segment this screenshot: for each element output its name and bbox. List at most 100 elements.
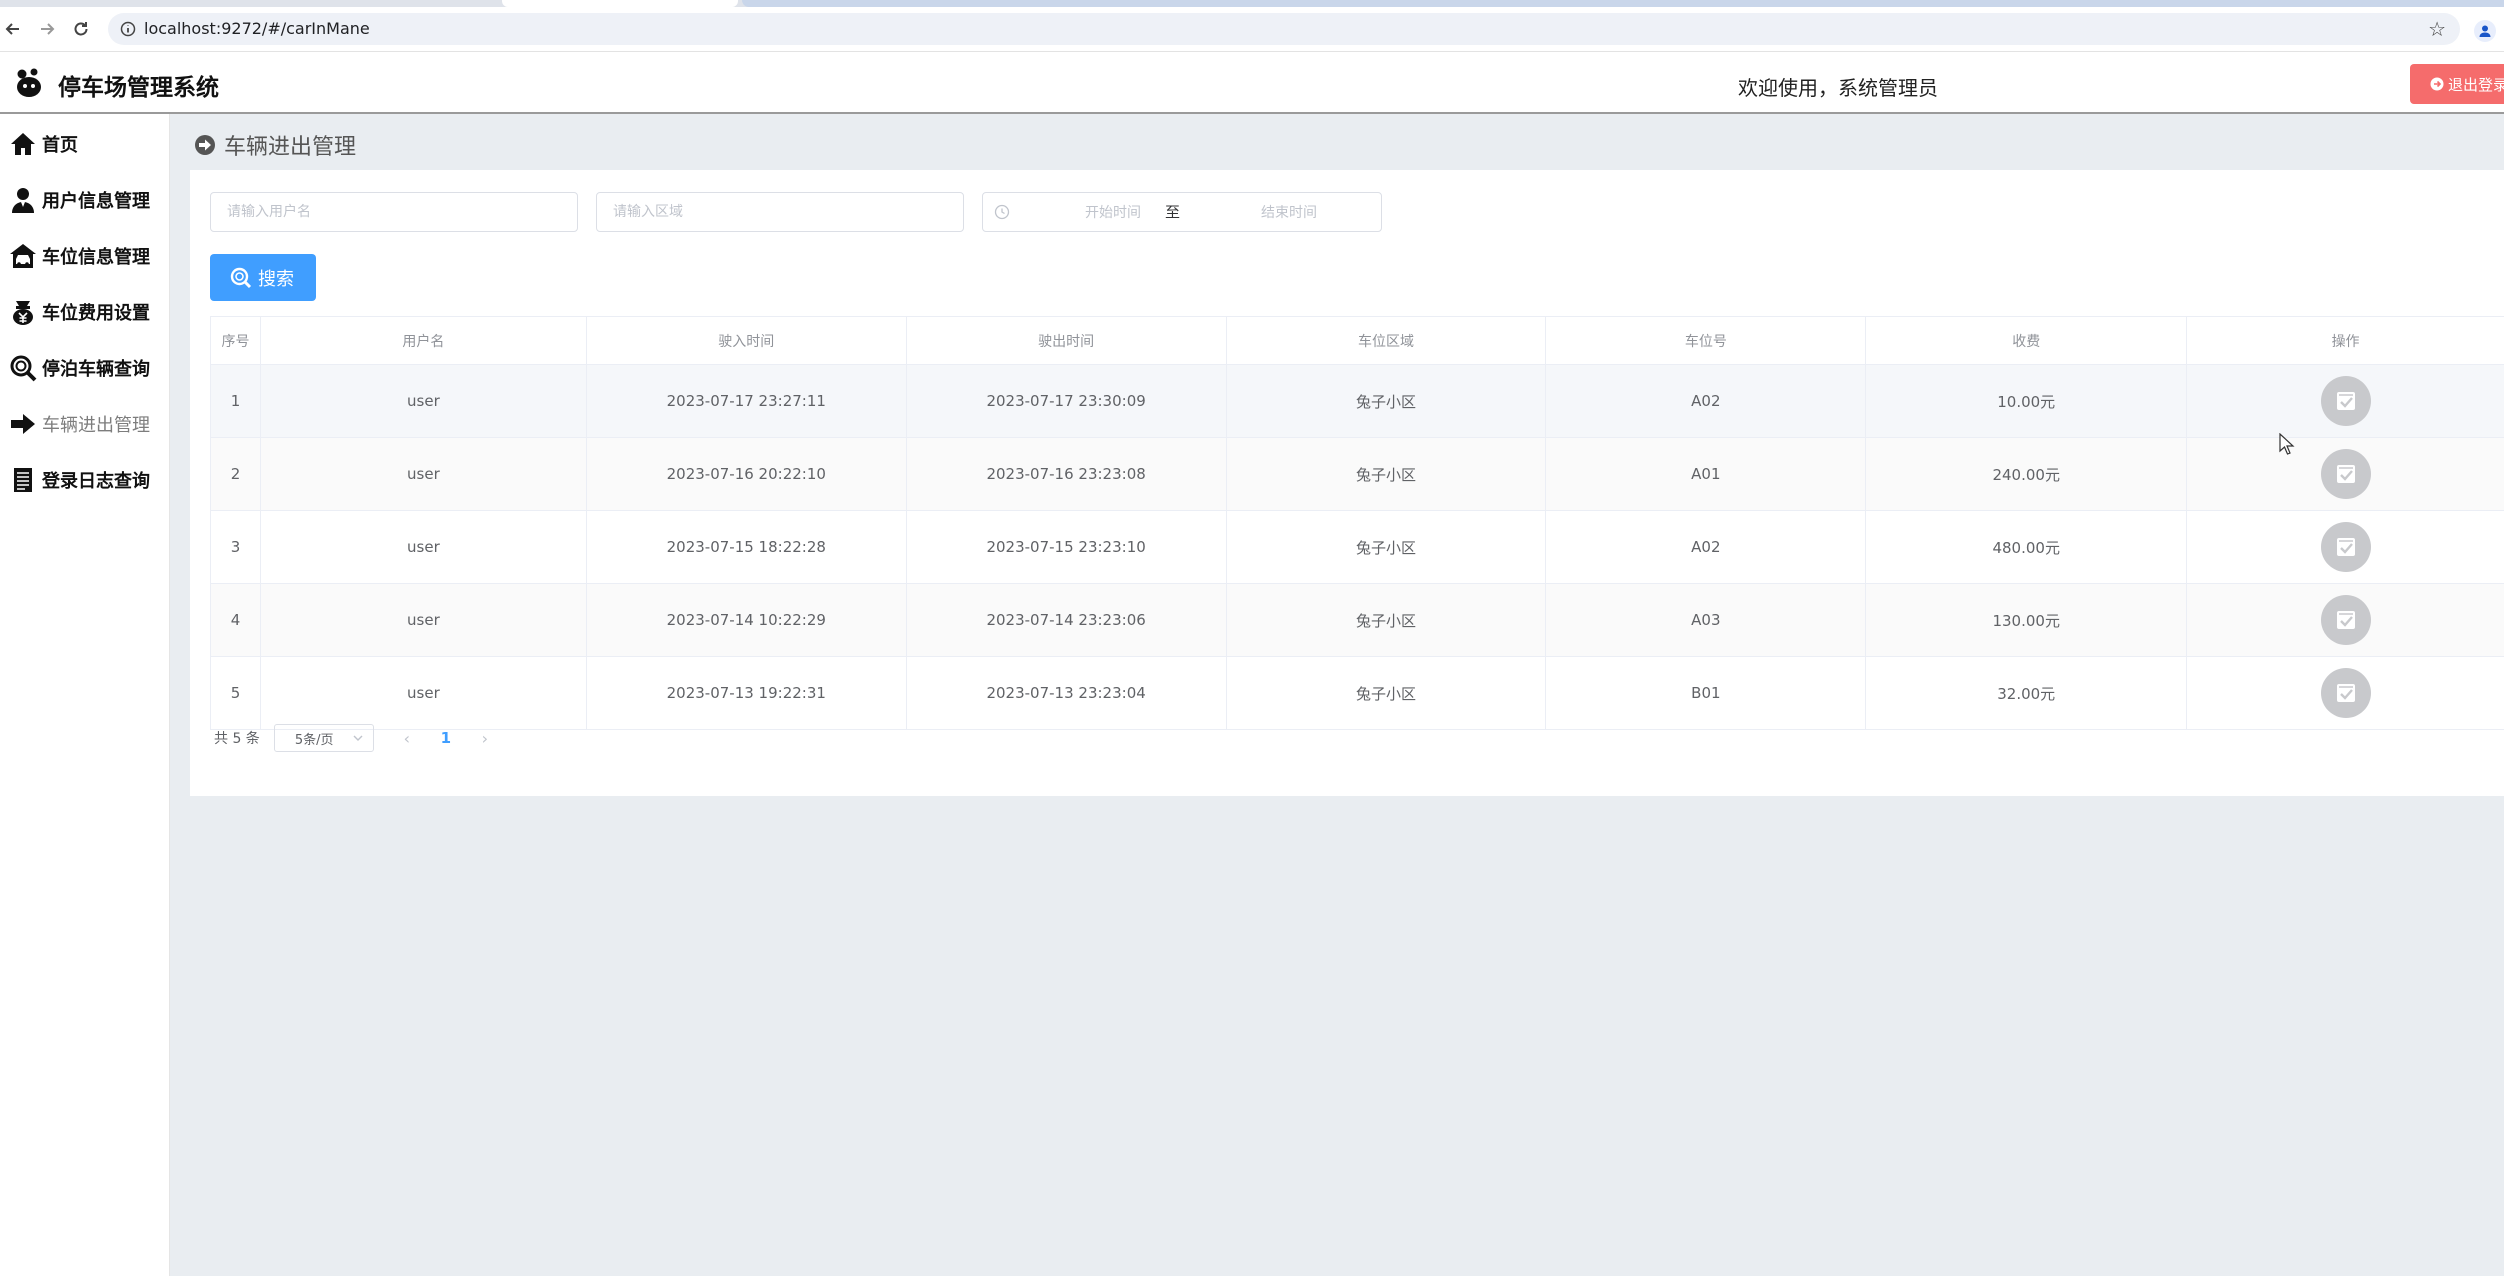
- sidebar-item-label: 首页: [42, 135, 78, 156]
- cell-fee: 10.00元: [1866, 365, 2188, 437]
- next-page-button[interactable]: ›: [476, 729, 494, 748]
- bookmark-star-icon[interactable]: ☆: [2428, 17, 2446, 41]
- cell-fee: 130.00元: [1866, 584, 2188, 656]
- start-time-input[interactable]: 开始时间: [1043, 202, 1183, 222]
- sidebar-item-login-log[interactable]: 登录日志查询: [0, 460, 170, 500]
- sidebar-item-parking-spot-management[interactable]: 车位信息管理: [0, 236, 170, 276]
- checkout-button[interactable]: [2320, 595, 2371, 645]
- cell-username: user: [261, 511, 587, 583]
- logo-icon: [12, 66, 46, 100]
- end-time-input[interactable]: 结束时间: [1219, 202, 1359, 222]
- sidebar-item-home[interactable]: 首页: [0, 124, 170, 164]
- cell-in-time: 2023-07-15 18:22:28: [587, 511, 907, 583]
- page-number-current[interactable]: 1: [434, 729, 458, 747]
- table-row[interactable]: 4 user 2023-07-14 10:22:29 2023-07-14 23…: [211, 584, 2504, 657]
- table-row[interactable]: 5 user 2023-07-13 19:22:31 2023-07-13 23…: [211, 657, 2504, 730]
- cell-actions: [2187, 511, 2504, 583]
- cell-spot: B01: [1546, 657, 1867, 729]
- search-icon: [230, 267, 252, 288]
- sidebar-item-fee-settings[interactable]: 车位费用设置: [0, 292, 170, 332]
- checkout-button[interactable]: [2320, 376, 2371, 426]
- checkout-button[interactable]: [2320, 668, 2371, 718]
- page-header: 车辆进出管理: [194, 130, 356, 160]
- checkout-button[interactable]: [2320, 449, 2371, 499]
- sidebar-item-label: 停泊车辆查询: [42, 359, 150, 380]
- app-header: 停车场管理系统 欢迎使用，系统管理员 退出登录: [0, 52, 2504, 114]
- sidebar-item-user-management[interactable]: 用户信息管理: [0, 180, 170, 220]
- welcome-text: 欢迎使用，系统管理员: [1738, 76, 1938, 100]
- cell-area: 兔子小区: [1227, 657, 1547, 729]
- cell-area: 兔子小区: [1227, 511, 1547, 583]
- sidebar-item-label: 车辆进出管理: [42, 415, 150, 436]
- table-header-row: 序号 用户名 驶入时间 驶出时间 车位区域 车位号 收费 操作: [211, 317, 2504, 365]
- column-header-index: 序号: [211, 317, 261, 364]
- cell-out-time: 2023-07-13 23:23:04: [907, 657, 1227, 729]
- cell-actions: [2187, 365, 2504, 437]
- app-title: 停车场管理系统: [58, 75, 219, 101]
- page-size-value: 5条/页: [294, 732, 334, 748]
- site-info-icon[interactable]: [118, 19, 138, 39]
- prev-page-button[interactable]: ‹: [398, 729, 416, 748]
- mouse-cursor-icon: [2279, 432, 2295, 455]
- reload-icon[interactable]: [68, 16, 94, 42]
- pagination-total: 共 5 条: [214, 731, 260, 747]
- cell-index: 4: [211, 584, 261, 656]
- user-icon: [8, 185, 38, 215]
- cell-spot: A01: [1546, 438, 1867, 510]
- cell-out-time: 2023-07-17 23:30:09: [907, 365, 1227, 437]
- chevron-down-icon: [353, 735, 363, 741]
- username-search-input[interactable]: [210, 192, 578, 232]
- cell-in-time: 2023-07-17 23:27:11: [587, 365, 907, 437]
- checkbox-icon: [2336, 465, 2355, 483]
- logout-button[interactable]: 退出登录: [2410, 64, 2504, 104]
- logout-icon: [2430, 77, 2444, 91]
- browser-toolbar: localhost:9272/#/carInMane ☆: [0, 7, 2504, 52]
- cell-out-time: 2023-07-14 23:23:06: [907, 584, 1227, 656]
- cell-in-time: 2023-07-13 19:22:31: [587, 657, 907, 729]
- column-header-fee: 收费: [1866, 317, 2188, 364]
- cell-out-time: 2023-07-15 23:23:10: [907, 511, 1227, 583]
- cell-area: 兔子小区: [1227, 584, 1547, 656]
- page-title: 车辆进出管理: [224, 135, 357, 160]
- area-search-input[interactable]: [596, 192, 964, 232]
- cell-index: 2: [211, 438, 261, 510]
- sidebar: 首页 用户信息管理 车位信息管理 车位费用设置 停泊车辆查询 车辆进出管理 登录…: [0, 114, 170, 1276]
- parking-spot-icon: [8, 241, 38, 271]
- browser-tab[interactable]: [502, 0, 738, 7]
- cell-in-time: 2023-07-16 20:22:10: [587, 438, 907, 510]
- forward-icon[interactable]: [34, 16, 60, 42]
- cell-index: 5: [211, 657, 261, 729]
- main-content: 车辆进出管理 开始时间 至 结束时间 搜索 序号 用户名 驶入时间 驶出时间 车…: [170, 114, 2504, 1276]
- cell-username: user: [261, 657, 587, 729]
- checkout-button[interactable]: [2320, 522, 2371, 572]
- table-row[interactable]: 2 user 2023-07-16 20:22:10 2023-07-16 23…: [211, 438, 2504, 511]
- column-header-username: 用户名: [261, 317, 587, 364]
- page-size-select[interactable]: 5条/页: [273, 724, 374, 752]
- cell-out-time: 2023-07-16 23:23:08: [907, 438, 1227, 510]
- column-header-spot: 车位号: [1546, 317, 1867, 364]
- address-bar[interactable]: localhost:9272/#/carInMane ☆: [108, 13, 2460, 45]
- search-button[interactable]: 搜索: [210, 254, 316, 301]
- table-row[interactable]: 1 user 2023-07-17 23:27:11 2023-07-17 23…: [211, 365, 2504, 438]
- cell-actions: [2187, 584, 2504, 656]
- profile-avatar-icon[interactable]: [2474, 20, 2496, 42]
- logout-label: 退出登录: [2448, 76, 2504, 94]
- checkbox-icon: [2336, 611, 2355, 629]
- column-header-out-time: 驶出时间: [907, 317, 1227, 364]
- sidebar-item-label: 登录日志查询: [42, 471, 150, 492]
- search-button-label: 搜索: [258, 268, 294, 289]
- browser-tab-strip: [0, 0, 2504, 7]
- sidebar-item-parked-vehicle-query[interactable]: 停泊车辆查询: [0, 348, 170, 388]
- range-separator: 至: [1165, 203, 1181, 221]
- browser-tab-active[interactable]: [742, 0, 2504, 7]
- date-range-picker[interactable]: 开始时间 至 结束时间: [982, 192, 1382, 232]
- search-icon: [8, 353, 38, 383]
- checkbox-icon: [2336, 392, 2355, 410]
- sidebar-item-label: 用户信息管理: [42, 191, 150, 212]
- table-row[interactable]: 3 user 2023-07-15 18:22:28 2023-07-15 23…: [211, 511, 2504, 584]
- cell-username: user: [261, 438, 587, 510]
- cell-in-time: 2023-07-14 10:22:29: [587, 584, 907, 656]
- back-icon[interactable]: [0, 16, 26, 42]
- sidebar-item-vehicle-in-out[interactable]: 车辆进出管理: [0, 404, 170, 444]
- cell-area: 兔子小区: [1227, 438, 1547, 510]
